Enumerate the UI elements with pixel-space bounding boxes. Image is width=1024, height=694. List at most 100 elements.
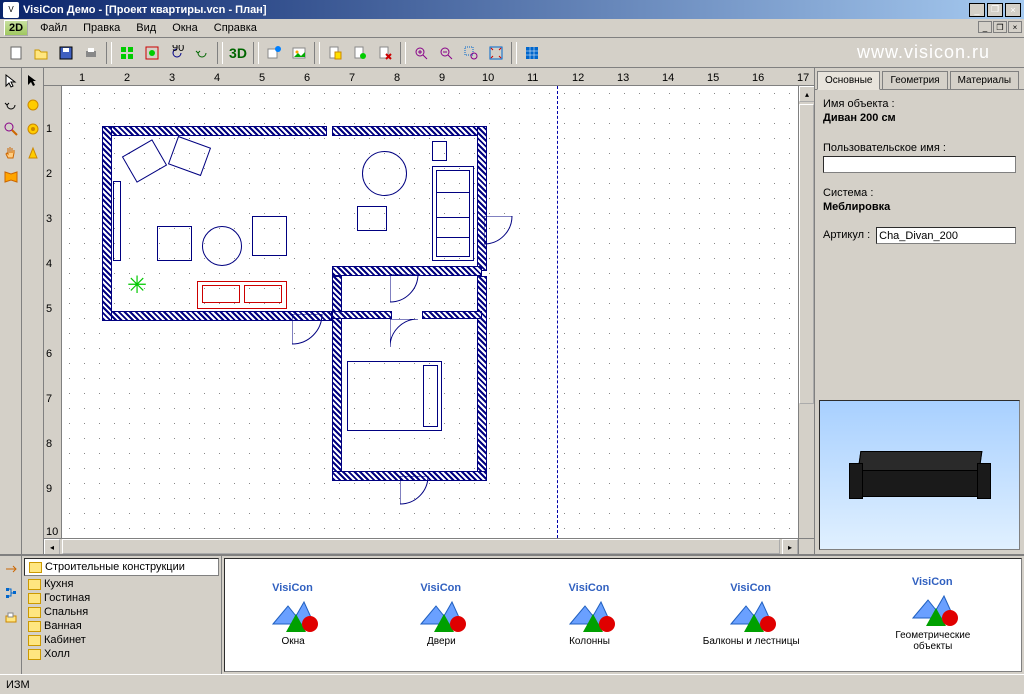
- tab-basic[interactable]: Основные: [817, 71, 880, 90]
- grid-toggle-button[interactable]: [520, 41, 544, 65]
- tool-rotate[interactable]: [190, 41, 214, 65]
- doc-button-2[interactable]: [348, 41, 372, 65]
- wall[interactable]: [332, 126, 482, 136]
- child-restore-button[interactable]: ❐: [993, 21, 1007, 33]
- doc-button-1[interactable]: [323, 41, 347, 65]
- wall[interactable]: [102, 126, 112, 321]
- mode-2d-badge[interactable]: 2D: [4, 20, 28, 36]
- zoom-out-button[interactable]: [434, 41, 458, 65]
- zoom-tool[interactable]: [2, 120, 20, 138]
- catalog-item[interactable]: VisiCon Двери: [406, 584, 476, 647]
- tool-grid2[interactable]: [140, 41, 164, 65]
- close-button[interactable]: ×: [1005, 3, 1021, 17]
- shelf[interactable]: [113, 181, 121, 261]
- tool-rotate90[interactable]: 90: [165, 41, 189, 65]
- menu-windows[interactable]: Окна: [164, 20, 206, 36]
- pan-tool[interactable]: [2, 144, 20, 162]
- left-toolbar-2: [22, 68, 44, 554]
- tree-item[interactable]: Кухня: [24, 577, 219, 591]
- pointer-tool[interactable]: [2, 72, 20, 90]
- kitchen-counter[interactable]: [432, 166, 474, 261]
- catalog-item[interactable]: VisiCon Колонны: [555, 584, 625, 647]
- obj-name-value: Диван 200 см: [823, 112, 1016, 124]
- shape-tool-1[interactable]: [24, 96, 42, 114]
- child-close-button[interactable]: ×: [1008, 21, 1022, 33]
- wall[interactable]: [332, 276, 342, 476]
- mode-3d-button[interactable]: 3D: [226, 41, 250, 65]
- child-minimize-button[interactable]: _: [978, 21, 992, 33]
- armchair[interactable]: [157, 226, 192, 261]
- tree-item[interactable]: Гостиная: [24, 591, 219, 605]
- user-name-input[interactable]: [823, 156, 1016, 173]
- tree-item[interactable]: Холл: [24, 647, 219, 661]
- appliance[interactable]: [432, 141, 447, 161]
- doc-button-3[interactable]: [373, 41, 397, 65]
- door-icon[interactable]: [400, 476, 440, 516]
- wall[interactable]: [332, 311, 392, 319]
- zoom-region-button[interactable]: [459, 41, 483, 65]
- shape-tool-3[interactable]: [24, 144, 42, 162]
- tree-item[interactable]: Кабинет: [24, 633, 219, 647]
- shape-tool-2[interactable]: [24, 120, 42, 138]
- new-button[interactable]: [4, 41, 28, 65]
- sofa-selected[interactable]: [197, 281, 287, 309]
- zoom-fit-button[interactable]: [484, 41, 508, 65]
- wall[interactable]: [102, 126, 327, 136]
- minimize-button[interactable]: _: [969, 3, 985, 17]
- round-table[interactable]: [202, 226, 242, 266]
- scroll-right-button[interactable]: ▸: [782, 539, 798, 554]
- menu-view[interactable]: Вид: [128, 20, 164, 36]
- status-text: ИЗМ: [6, 679, 30, 691]
- catalog-thumb: VisiCon: [406, 584, 476, 634]
- menu-file[interactable]: Файл: [32, 20, 75, 36]
- tree-item[interactable]: Ванная: [24, 619, 219, 633]
- props-body: Имя объекта : Диван 200 см Пользовательс…: [815, 90, 1024, 396]
- tree-header[interactable]: Строительные конструкции: [24, 558, 219, 576]
- scroll-left-button[interactable]: ◂: [44, 539, 60, 554]
- bottom-panel: Строительные конструкции Кухня Гостиная …: [0, 554, 1024, 674]
- door-icon[interactable]: [390, 274, 430, 314]
- tree-item[interactable]: Спальня: [24, 605, 219, 619]
- wall[interactable]: [477, 276, 487, 476]
- catalog-item[interactable]: VisiCon Окна: [258, 584, 328, 647]
- wall[interactable]: [422, 311, 482, 319]
- image-button[interactable]: [287, 41, 311, 65]
- export-button[interactable]: [262, 41, 286, 65]
- tab-materials[interactable]: Материалы: [950, 71, 1020, 89]
- zoom-in-button[interactable]: [409, 41, 433, 65]
- bp-tool-1[interactable]: [2, 560, 20, 578]
- chair[interactable]: [357, 206, 387, 231]
- select-tool[interactable]: [24, 72, 42, 90]
- scroll-thumb[interactable]: [62, 539, 780, 554]
- horizontal-scrollbar[interactable]: ◂ ▸: [44, 538, 814, 554]
- tab-geometry[interactable]: Геометрия: [882, 71, 947, 89]
- bp-tool-3[interactable]: [2, 608, 20, 626]
- vertical-scrollbar[interactable]: ▴: [798, 86, 814, 538]
- door-icon[interactable]: [390, 319, 430, 359]
- plant-icon[interactable]: ✳: [127, 271, 147, 300]
- bottom-toolbar: [0, 556, 22, 674]
- rotate-tool[interactable]: [2, 96, 20, 114]
- open-button[interactable]: [29, 41, 53, 65]
- menu-edit[interactable]: Правка: [75, 20, 128, 36]
- catalog-item[interactable]: VisiCon Геометрические объекты: [878, 578, 988, 652]
- left-toolbar-1: [0, 68, 22, 554]
- bed[interactable]: [347, 361, 442, 431]
- canvas-viewport[interactable]: ✳: [62, 86, 798, 538]
- scroll-up-button[interactable]: ▴: [799, 86, 814, 102]
- armchair[interactable]: [252, 216, 287, 256]
- window-title: VisiCon Демо - [Проект квартиры.vcn - Пл…: [23, 4, 969, 16]
- door-icon[interactable]: [292, 314, 332, 354]
- bp-tool-tree[interactable]: [2, 584, 20, 602]
- door-icon[interactable]: [484, 216, 524, 256]
- article-input[interactable]: [876, 227, 1016, 244]
- save-button[interactable]: [54, 41, 78, 65]
- catalog-item[interactable]: VisiCon Балконы и лестницы: [703, 584, 800, 647]
- maximize-button[interactable]: ❐: [987, 3, 1003, 17]
- menu-help[interactable]: Справка: [206, 20, 265, 36]
- scroll-thumb[interactable]: [799, 104, 814, 404]
- book-tool[interactable]: [2, 168, 20, 186]
- tool-grid1[interactable]: [115, 41, 139, 65]
- print-button[interactable]: [79, 41, 103, 65]
- round-table[interactable]: [362, 151, 407, 196]
